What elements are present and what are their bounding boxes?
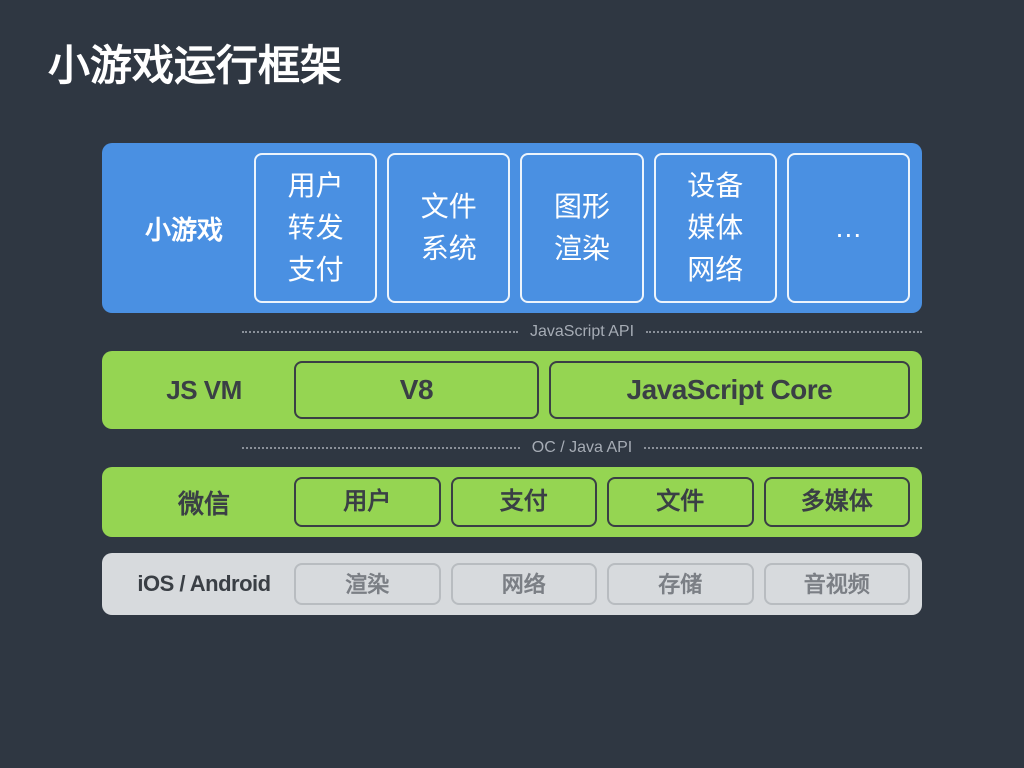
box-device-media-network: 设备 媒体 网络 <box>654 153 777 303</box>
text: 存储 <box>658 568 702 601</box>
layer-wechat-label: 微信 <box>114 477 294 527</box>
box-jscore: JavaScript Core <box>549 361 910 419</box>
layer-os-label: iOS / Android <box>114 563 294 605</box>
box-file-system: 文件 系统 <box>387 153 510 303</box>
text: 支付 <box>288 249 344 291</box>
divider-js-api-label: JavaScript API <box>530 323 634 341</box>
box-os-render: 渲染 <box>294 563 441 605</box>
text: V8 <box>400 369 433 411</box>
box-graphics-render: 图形 渲染 <box>520 153 643 303</box>
layer-minigame-boxes: 用户 转发 支付 文件 系统 图形 渲染 设备 媒体 网络 … <box>254 153 910 303</box>
divider-line <box>646 331 922 333</box>
layer-os-boxes: 渲染 网络 存储 音视频 <box>294 563 910 605</box>
text: … <box>834 207 862 249</box>
box-more: … <box>787 153 910 303</box>
text: 网络 <box>687 249 743 291</box>
box-os-av: 音视频 <box>764 563 911 605</box>
divider-line <box>242 447 520 449</box>
text: 转发 <box>288 207 344 249</box>
box-wechat-file: 文件 <box>607 477 754 527</box>
text: 支付 <box>500 484 548 520</box>
layer-wechat-boxes: 用户 支付 文件 多媒体 <box>294 477 910 527</box>
text: 网络 <box>502 568 546 601</box>
divider-line <box>242 331 518 333</box>
divider-line <box>644 447 922 449</box>
box-v8: V8 <box>294 361 539 419</box>
box-os-storage: 存储 <box>607 563 754 605</box>
text: JavaScript Core <box>627 369 833 411</box>
text: 用户 <box>343 484 391 520</box>
layer-wechat: 微信 用户 支付 文件 多媒体 <box>102 467 922 537</box>
divider-oc-java-api: OC / Java API <box>102 439 922 457</box>
text: 音视频 <box>804 568 870 601</box>
text: 文件 <box>421 186 477 228</box>
box-wechat-multimedia: 多媒体 <box>764 477 911 527</box>
box-wechat-pay: 支付 <box>451 477 598 527</box>
text: 多媒体 <box>801 484 873 520</box>
layer-os: iOS / Android 渲染 网络 存储 音视频 <box>102 553 922 615</box>
text: 文件 <box>656 484 704 520</box>
box-user-forward-pay: 用户 转发 支付 <box>254 153 377 303</box>
layer-jsvm: JS VM V8 JavaScript Core <box>102 351 922 429</box>
diagram-title: 小游戏运行框架 <box>0 0 1024 93</box>
architecture-stack: 小游戏 用户 转发 支付 文件 系统 图形 渲染 设备 媒体 网络 … <box>102 143 922 615</box>
text: 设备 <box>687 165 743 207</box>
text: 图形 <box>554 186 610 228</box>
box-os-network: 网络 <box>451 563 598 605</box>
layer-minigame-label: 小游戏 <box>114 153 254 303</box>
box-wechat-user: 用户 <box>294 477 441 527</box>
text: 渲染 <box>345 568 389 601</box>
divider-oc-java-api-label: OC / Java API <box>532 439 632 457</box>
layer-jsvm-boxes: V8 JavaScript Core <box>294 361 910 419</box>
divider-js-api: JavaScript API <box>102 323 922 341</box>
text: 系统 <box>421 228 477 270</box>
text: 用户 <box>288 165 344 207</box>
layer-jsvm-label: JS VM <box>114 361 294 419</box>
layer-minigame: 小游戏 用户 转发 支付 文件 系统 图形 渲染 设备 媒体 网络 … <box>102 143 922 313</box>
text: 渲染 <box>554 228 610 270</box>
text: 媒体 <box>687 207 743 249</box>
